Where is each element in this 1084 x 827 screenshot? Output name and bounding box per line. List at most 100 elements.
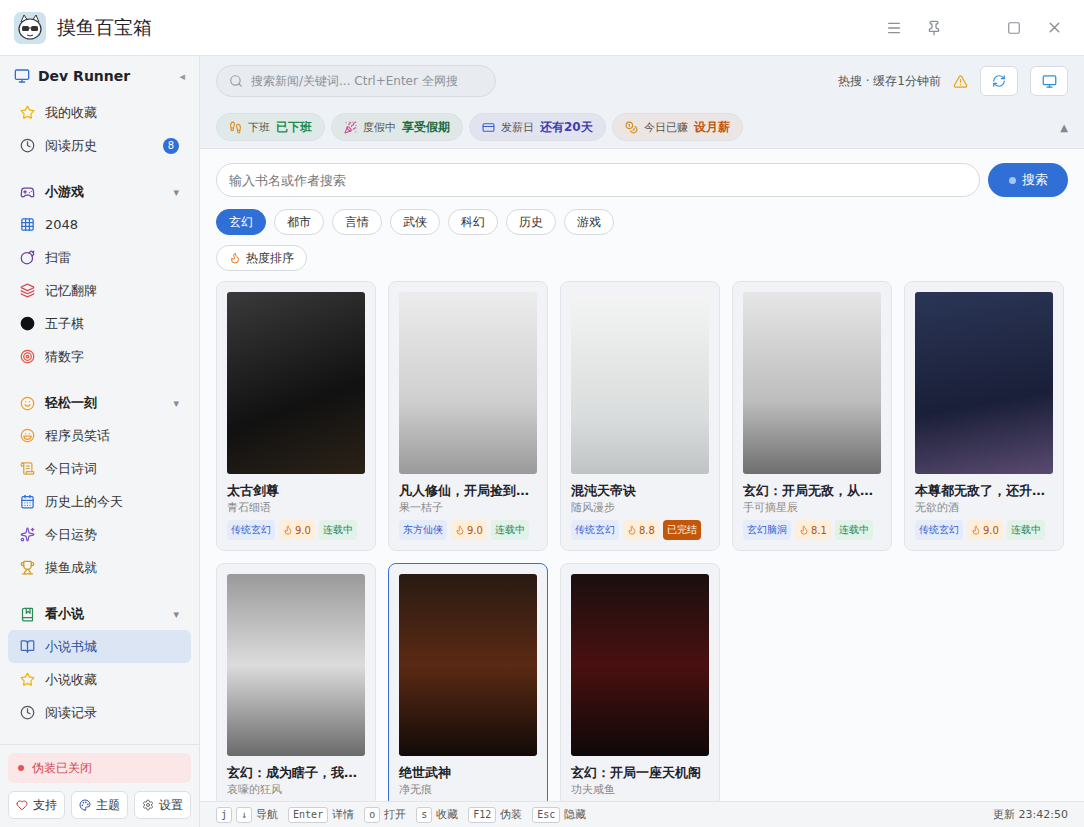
star-icon (20, 105, 35, 120)
sidebar-section[interactable]: 小游戏▾ (8, 176, 191, 208)
book-card[interactable]: 玄幻：开局一座天机阁功夫咸鱼 (560, 563, 720, 801)
sidebar-item[interactable]: 今日运势 (8, 518, 191, 551)
book-card[interactable]: 凡人修仙，开局捡到…果一桔子东方仙侠9.0连载中 (388, 281, 548, 551)
menu-button[interactable] (874, 12, 914, 44)
top-bar: 搜索新闻/关键词... Ctrl+Enter 全网搜热搜 · 缓存1分钟前 (200, 56, 1084, 106)
news-search[interactable]: 搜索新闻/关键词... Ctrl+Enter 全网搜 (216, 65, 496, 97)
score-tag: 8.1 (795, 520, 831, 540)
app-window: 摸鱼百宝箱 Dev Runner ◂ 我的收藏阅读历史8 小游戏▾2048扫雷记忆翻牌五… (0, 0, 1084, 827)
fire-icon (627, 525, 637, 535)
info-chip[interactable]: 度假中享受假期 (331, 113, 463, 141)
sidebar-item[interactable]: 我的收藏 (8, 96, 191, 129)
sidebar-section[interactable]: 看小说▾ (8, 598, 191, 630)
sidebar-item[interactable]: 今日诗词 (8, 452, 191, 485)
search-button[interactable]: 搜索 (988, 163, 1068, 197)
collapse-sidebar-button[interactable]: ◂ (179, 70, 185, 83)
sidebar-item[interactable]: 小说收藏 (8, 663, 191, 696)
maximize-icon (1007, 21, 1021, 35)
coins-icon (625, 121, 638, 134)
screen-button[interactable] (1030, 66, 1068, 96)
category-tab[interactable]: 言情 (332, 209, 382, 235)
book-author: 无欲的酒 (915, 500, 1053, 515)
clock-icon (20, 138, 35, 153)
key-cap: o (364, 807, 380, 823)
card-icon (482, 121, 495, 134)
book-author: 青石细语 (227, 500, 365, 515)
book-icon (20, 639, 35, 654)
book-search-input[interactable] (216, 163, 980, 197)
sidebar-item[interactable]: 阅读记录 (8, 696, 191, 729)
main-area: 搜索新闻/关键词... Ctrl+Enter 全网搜热搜 · 缓存1分钟前下班已… (200, 56, 1084, 827)
book-card[interactable]: 绝世武神净无痕 (388, 563, 548, 801)
key-cap: Esc (532, 807, 560, 823)
status-bar: j↓导航Enter详情o打开s收藏F12伪装Esc隐藏更新 23:42:50 (200, 801, 1084, 827)
footer-button[interactable]: 主题 (71, 791, 128, 819)
shortcut-hint: F12伪装 (468, 807, 522, 823)
search-icon (229, 74, 243, 88)
sidebar-title: Dev Runner (38, 68, 130, 84)
expand-arrow[interactable]: ▾ (173, 397, 179, 410)
book-card[interactable]: 太古剑尊青石细语传统玄幻9.0连载中 (216, 281, 376, 551)
maximize-button[interactable] (994, 12, 1034, 44)
book-card[interactable]: 混沌天帝诀随风漫步传统玄幻8.8已完结 (560, 281, 720, 551)
sort-button[interactable]: 热度排序 (216, 245, 307, 271)
book-title: 本尊都无敌了，还升… (915, 482, 1053, 500)
book-tags: 传统玄幻9.0连载中 (227, 520, 365, 540)
smile-icon (20, 396, 35, 411)
calendar-icon (20, 494, 35, 509)
sidebar-item[interactable]: 五子棋 (8, 307, 191, 340)
sidebar-item[interactable]: 小说书城 (8, 630, 191, 663)
score-tag: 9.0 (451, 520, 487, 540)
genre-tag: 传统玄幻 (227, 520, 275, 540)
refresh-button[interactable] (980, 66, 1018, 96)
category-tab[interactable]: 都市 (274, 209, 324, 235)
book-cover (571, 574, 709, 756)
book-cover (743, 292, 881, 474)
info-chip[interactable]: 发薪日还有20天 (469, 113, 606, 141)
sidebar-section[interactable]: 轻松一刻▾ (8, 387, 191, 419)
sidebar-item[interactable]: 扫雷 (8, 241, 191, 274)
score-tag: 9.0 (279, 520, 315, 540)
category-tab[interactable]: 游戏 (564, 209, 614, 235)
expand-arrow[interactable]: ▾ (173, 186, 179, 199)
expand-arrow[interactable]: ▾ (173, 608, 179, 621)
collapse-strip-button[interactable]: ▲ (1060, 122, 1068, 133)
status-tag: 连载中 (319, 520, 357, 540)
sidebar-item[interactable]: 猜数字 (8, 340, 191, 373)
footer-button[interactable]: 设置 (134, 791, 191, 819)
shortcut-hint: Esc隐藏 (532, 807, 586, 823)
footer-button[interactable]: 支持 (8, 791, 65, 819)
category-tab[interactable]: 历史 (506, 209, 556, 235)
book-title: 太古剑尊 (227, 482, 365, 500)
refresh-icon (992, 74, 1006, 88)
sidebar-item[interactable]: 历史上的今天 (8, 485, 191, 518)
sidebar-item[interactable]: 2048 (8, 208, 191, 241)
novel-store: 搜索玄幻都市言情武侠科幻历史游戏热度排序太古剑尊青石细语传统玄幻9.0连载中凡人… (200, 149, 1084, 801)
disguise-toggle[interactable]: 伪装已关闭 (8, 753, 191, 783)
shortcut-hint: s收藏 (416, 807, 458, 823)
book-card[interactable]: 玄幻：成为瞎子，我…哀嚎的狂风 (216, 563, 376, 801)
info-chip[interactable]: 今日已赚设月薪 (612, 113, 743, 141)
sidebar-item[interactable]: 阅读历史8 (8, 129, 191, 162)
sidebar-item[interactable]: 程序员笑话 (8, 419, 191, 452)
key-cap: j (216, 807, 232, 823)
fire-icon (799, 525, 809, 535)
category-tab[interactable]: 玄幻 (216, 209, 266, 235)
pin-button[interactable] (914, 12, 954, 44)
category-tab[interactable]: 武侠 (390, 209, 440, 235)
search-dot-icon (1009, 177, 1016, 184)
heart-icon (16, 799, 28, 811)
category-tab[interactable]: 科幻 (448, 209, 498, 235)
score-tag: 8.8 (623, 520, 659, 540)
book-title: 绝世武神 (399, 764, 537, 782)
sidebar-item[interactable]: 摸鱼成就 (8, 551, 191, 584)
title-bar: 摸鱼百宝箱 (0, 0, 1084, 56)
sidebar-item[interactable]: 记忆翻牌 (8, 274, 191, 307)
book-card[interactable]: 玄幻：开局无敌，从…手可摘星辰玄幻脑洞8.1连载中 (732, 281, 892, 551)
book-card[interactable]: 本尊都无敌了，还升…无欲的酒传统玄幻9.0连载中 (904, 281, 1064, 551)
book-title: 玄幻：开局无敌，从… (743, 482, 881, 500)
close-button[interactable] (1034, 12, 1074, 44)
gamepad-icon (20, 185, 35, 200)
info-chip[interactable]: 下班已下班 (216, 113, 325, 141)
book-cover (571, 292, 709, 474)
